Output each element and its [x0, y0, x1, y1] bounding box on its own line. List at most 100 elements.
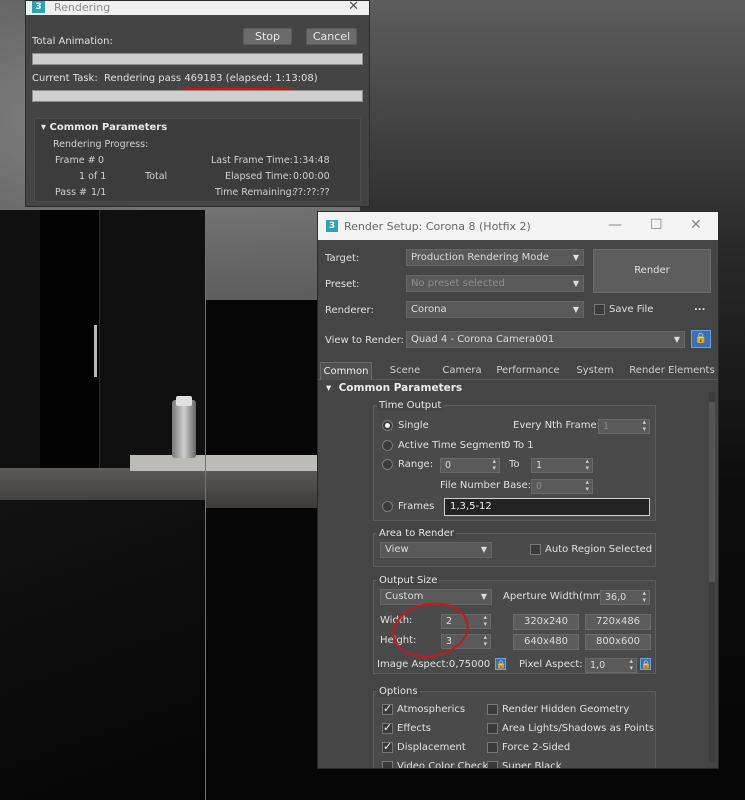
close-icon[interactable]: ✕	[690, 217, 702, 233]
common-parameters-rollout[interactable]: ▾ Common Parameters	[326, 382, 462, 394]
frames-of-value: 1 of 1	[79, 171, 107, 182]
range-to-spinner[interactable]: 1 ▴ ▾	[531, 458, 593, 473]
view-to-render-label: View to Render:	[325, 335, 404, 346]
time-output-group: Time Output Single Every Nth Frame: 1 ▴ ▾ …	[373, 400, 656, 521]
preset-720x486-button[interactable]: 720x486	[585, 614, 651, 630]
renderer-dropdown[interactable]: Corona ▼	[406, 301, 584, 318]
preset-640x480-button[interactable]: 640x480	[513, 634, 579, 650]
tab-system[interactable]: System	[570, 362, 620, 380]
area-to-render-group: Area to Render View ▼ Auto Region Selecte…	[373, 528, 656, 567]
video-color-check-checkbox[interactable]	[382, 761, 393, 768]
pixel-aspect-spinner[interactable]: 1,0 ▴ ▾	[585, 658, 637, 673]
preset-dropdown[interactable]: No preset selected ▼	[406, 275, 584, 292]
force-2sided-checkbox[interactable]	[487, 742, 498, 753]
range-label: Range:	[398, 459, 434, 470]
tab-common[interactable]: Common	[320, 362, 372, 380]
floor-slab	[0, 500, 205, 800]
displacement-checkbox[interactable]	[382, 740, 393, 753]
range-radio[interactable]	[382, 459, 393, 470]
viewport-guide-line	[205, 210, 206, 800]
counter-top	[130, 455, 330, 471]
chevron-down-icon: ▼	[572, 253, 579, 262]
view-to-render-dropdown[interactable]: Quad 4 - Corona Camera001 ▼	[406, 331, 685, 348]
panel-title[interactable]: ▾ Common Parameters	[41, 122, 167, 133]
target-dropdown[interactable]: Production Rendering Mode ▼	[406, 249, 584, 266]
super-black-checkbox[interactable]	[487, 761, 498, 768]
tab-performance[interactable]: Performance	[493, 362, 563, 380]
atmospherics-checkbox[interactable]	[382, 702, 393, 715]
file-number-base-label: File Number Base:	[440, 480, 531, 491]
total-animation-label: Total Animation:	[32, 36, 113, 47]
elapsed-time-label: Elapsed Time:	[225, 171, 292, 182]
close-icon[interactable]: ✕	[348, 0, 359, 14]
elapsed-time-value: 0:00:00	[293, 171, 330, 182]
pixel-aspect-label: Pixel Aspect:	[519, 659, 583, 670]
lock-view-icon[interactable]: 🔒	[691, 330, 711, 348]
chevron-down-icon: ▼	[572, 279, 579, 288]
frames-label: Frames	[398, 501, 435, 512]
render-setup-window: 3 Render Setup: Corona 8 (Hotfix 2) — ☐ …	[317, 211, 719, 769]
file-number-base-spinner[interactable]: 0 ▴ ▾	[531, 479, 593, 494]
window-title: Rendering	[54, 1, 111, 14]
frames-radio[interactable]	[382, 501, 393, 512]
effects-label: Effects	[397, 723, 431, 734]
area-lights-checkbox[interactable]	[487, 723, 498, 734]
effects-checkbox[interactable]	[382, 721, 393, 734]
save-file-checkbox[interactable]	[594, 304, 605, 315]
time-remaining-value: ??:??:??	[293, 187, 330, 198]
rendering-title-bar[interactable]: 3 Rendering ✕	[26, 0, 369, 15]
last-frame-time-label: Last Frame Time:	[211, 155, 293, 166]
rendering-window: 3 Rendering ✕ Stop Cancel Total Animatio…	[25, 0, 370, 207]
rollout-scrollbar[interactable]	[709, 392, 715, 762]
preset-320x240-button[interactable]: 320x240	[513, 614, 579, 630]
current-task-progress-bar	[32, 90, 363, 102]
every-nth-spinner[interactable]: 1 ▴ ▾	[598, 419, 650, 434]
video-color-check-label: Video Color Check	[397, 761, 489, 769]
range-from-spinner[interactable]: 0 ▴ ▾	[440, 458, 500, 473]
window-title: Render Setup: Corona 8 (Hotfix 2)	[344, 220, 531, 233]
active-segment-value: 0 To 1	[504, 440, 534, 451]
minimize-icon[interactable]: —	[608, 217, 622, 233]
render-setup-title-bar[interactable]: 3 Render Setup: Corona 8 (Hotfix 2) — ☐ …	[318, 212, 718, 240]
stop-button[interactable]: Stop	[243, 28, 292, 45]
cancel-button[interactable]: Cancel	[306, 28, 357, 45]
render-hidden-checkbox[interactable]	[487, 704, 498, 715]
current-task-value: Rendering pass 469183 (elapsed: 1:13:08)	[104, 73, 318, 84]
options-title: Options	[377, 686, 420, 697]
tab-camera[interactable]: Camera	[436, 362, 488, 380]
current-task-label: Current Task:	[32, 73, 98, 84]
frame-label: Frame #	[55, 155, 96, 166]
single-radio[interactable]	[382, 420, 393, 431]
common-parameters-panel: ▾ Common Parameters Rendering Progress: …	[34, 118, 361, 202]
auto-region-checkbox[interactable]	[530, 544, 541, 555]
tab-scene[interactable]: Scene	[380, 362, 430, 380]
time-remaining-label: Time Remaining:	[215, 187, 295, 198]
aperture-width-spinner[interactable]: 36,0 ▴ ▾	[600, 590, 650, 605]
total-label: Total	[145, 171, 168, 182]
frames-input[interactable]: 1,3,5-12	[444, 498, 650, 516]
door-handle	[94, 325, 97, 377]
scrollbar-thumb[interactable]	[709, 402, 715, 582]
area-to-render-dropdown[interactable]: View ▼	[380, 542, 492, 558]
faucet-cap	[176, 396, 192, 406]
faucet	[172, 400, 196, 458]
single-label: Single	[398, 420, 429, 431]
renderer-label: Renderer:	[325, 305, 374, 316]
active-segment-radio[interactable]	[382, 440, 393, 451]
chevron-down-icon: ▼	[480, 592, 487, 601]
app-logo-icon: 3	[32, 1, 45, 13]
preset-800x600-button[interactable]: 800x600	[585, 634, 651, 650]
time-output-title: Time Output	[377, 400, 444, 411]
range-to-label: To	[509, 459, 520, 470]
render-button[interactable]: Render	[593, 249, 711, 293]
cabinet-door	[40, 210, 100, 470]
tab-render-elements[interactable]: Render Elements	[628, 362, 716, 380]
auto-region-label: Auto Region Selected	[545, 544, 653, 555]
maximize-icon[interactable]: ☐	[650, 217, 663, 233]
pass-label: Pass #	[55, 187, 88, 198]
more-button[interactable]: ...	[694, 302, 705, 313]
app-logo-icon: 3	[326, 220, 338, 232]
pixel-aspect-lock-icon[interactable]: 🔒	[640, 658, 651, 670]
image-aspect-lock-icon[interactable]: 🔒	[495, 658, 506, 670]
area-to-render-title: Area to Render	[377, 528, 457, 539]
